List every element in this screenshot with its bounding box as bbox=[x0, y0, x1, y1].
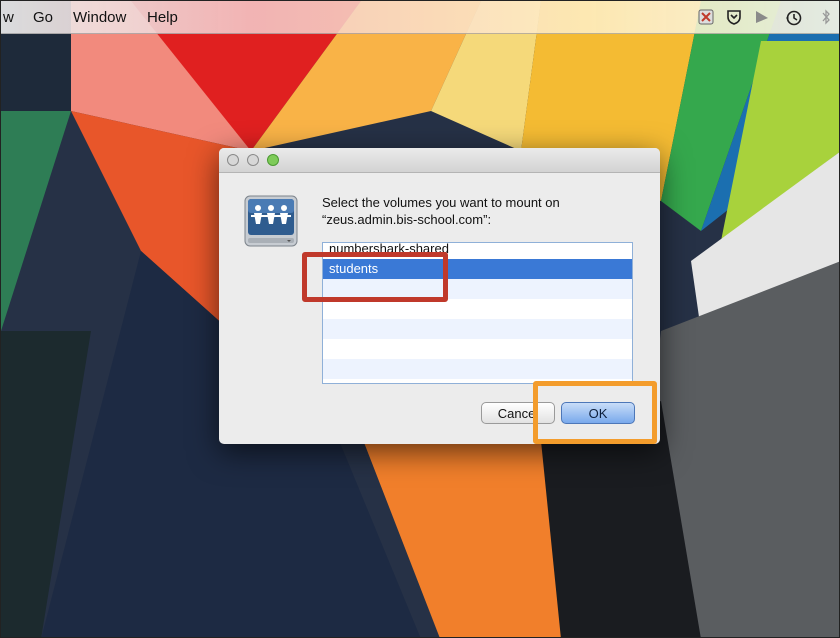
time-machine-icon[interactable] bbox=[785, 9, 803, 27]
menu-bar: w Go Window Help bbox=[1, 1, 839, 34]
close-x-icon[interactable] bbox=[697, 9, 715, 27]
cancel-button[interactable]: Cancel bbox=[481, 402, 555, 424]
volume-row-empty bbox=[323, 359, 632, 379]
dialog-message: Select the volumes you want to mount on … bbox=[322, 194, 632, 228]
menu-view[interactable]: w bbox=[3, 9, 14, 26]
bluetooth-icon[interactable] bbox=[817, 9, 835, 27]
volume-row-selected[interactable]: students bbox=[323, 259, 632, 279]
volume-row[interactable]: numbershark-shared bbox=[323, 243, 632, 259]
ok-button[interactable]: OK bbox=[561, 402, 635, 424]
message-server-name: “zeus.admin.bis-school.com”: bbox=[322, 212, 492, 227]
network-disk-icon bbox=[244, 195, 298, 247]
menu-help[interactable]: Help bbox=[147, 9, 178, 26]
volume-row-empty bbox=[323, 319, 632, 339]
shield-icon[interactable] bbox=[725, 9, 743, 27]
menu-window[interactable]: Window bbox=[73, 9, 126, 26]
volume-row-empty bbox=[323, 299, 632, 319]
volume-row-empty bbox=[323, 339, 632, 359]
mount-volumes-dialog: Select the volumes you want to mount on … bbox=[219, 148, 660, 444]
close-window-button[interactable] bbox=[227, 154, 239, 166]
message-line-1: Select the volumes you want to mount on bbox=[322, 195, 560, 210]
minimize-window-button[interactable] bbox=[247, 154, 259, 166]
dialog-titlebar bbox=[219, 148, 660, 173]
screen: w Go Window Help Select the volumes you … bbox=[0, 0, 840, 638]
menu-go[interactable]: Go bbox=[33, 9, 53, 26]
sail-icon[interactable] bbox=[753, 9, 771, 27]
volume-row-empty bbox=[323, 279, 632, 299]
volume-list[interactable]: numbershark-shared students bbox=[322, 242, 633, 384]
zoom-window-button[interactable] bbox=[267, 154, 279, 166]
